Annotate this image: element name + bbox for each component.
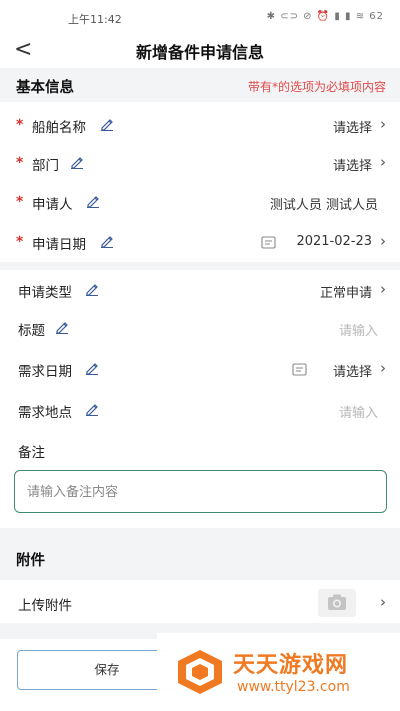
required-date-row[interactable]: 需求日期 请选择 › [0,349,400,389]
chevron-right-icon: › [380,593,386,611]
basic-info-title: 基本信息 [16,80,74,96]
chevron-right-icon: › [380,280,386,298]
calendar-icon [261,236,276,249]
camera-icon [328,594,346,610]
title-label: 标题 [18,323,45,339]
upload-attachment-label: 上传附件 [18,598,72,614]
title-input[interactable]: 请输入 [339,320,378,339]
required-note: 带有*的选项为必填项内容 [247,80,386,94]
pencil-icon [71,157,83,169]
required-location-row[interactable]: 需求地点 请输入 [0,390,400,430]
applicant-value: 测试人员 测试人员 [269,198,378,213]
application-type-row[interactable]: 申请类型 正常申请 › [0,270,400,310]
applicant-label: 申请人 [32,197,73,213]
chevron-right-icon: › [380,359,386,377]
chevron-right-icon: › [380,115,386,133]
required-mark: * [16,155,24,171]
watermark-text: 天天游戏网 [233,653,349,678]
remark-placeholder: 请输入备注内容 [27,485,119,500]
application-type-value: 正常申请 [319,286,372,301]
chevron-right-icon: › [380,232,386,250]
nav-bar: < 新增备件申请信息 [0,32,400,68]
calendar-icon [292,363,307,376]
pencil-icon [86,284,98,296]
watermark-url: www.ttyl23.com [237,679,350,695]
pencil-icon [101,236,113,248]
attachment-header: 附件 [0,528,400,580]
title-row[interactable]: 标题 请输入 [0,308,400,348]
status-bar: 上午11:42 ✱ ⊂⊃ ⊘ ⏰ ▮ ▮ ≋ 62 [0,0,400,32]
pencil-icon [86,363,98,375]
required-date-value: 请选择 [332,365,372,380]
camera-icon-button[interactable] [318,589,356,617]
remark-label: 备注 [18,445,45,461]
application-type-label: 申请类型 [18,285,72,301]
required-mark: * [16,234,24,250]
application-date-label: 申请日期 [32,237,86,253]
required-date-label: 需求日期 [18,364,72,380]
page-title: 新增备件申请信息 [135,43,264,62]
application-date-row[interactable]: * 申请日期 2021-02-23 › [0,222,400,262]
watermark-logo [178,650,222,694]
required-location-input[interactable]: 请输入 [339,402,378,421]
required-mark: * [16,117,24,133]
pencil-icon [101,119,113,131]
chevron-right-icon: › [380,153,386,171]
remark-textarea[interactable]: 请输入备注内容 [14,470,387,513]
watermark: 天天游戏网 www.ttyl23.com [157,633,400,711]
ship-name-value: 请选择 [332,121,372,136]
pencil-icon [86,404,98,416]
pencil-icon [56,322,68,334]
basic-info-header: 基本信息 带有*的选项为必填项内容 [0,68,400,102]
department-label: 部门 [32,158,59,174]
applicant-row: * 申请人 测试人员 测试人员 [0,182,400,222]
required-mark: * [16,194,24,210]
status-icons: ✱ ⊂⊃ ⊘ ⏰ ▮ ▮ ≋ 62 [266,11,384,22]
status-time: 上午11:42 [68,13,122,26]
department-value: 请选择 [332,159,372,174]
ship-name-label: 船舶名称 [32,120,86,136]
application-date-value: 2021-02-23 [296,234,372,249]
department-row[interactable]: * 部门 请选择 › [0,143,400,183]
ship-name-row[interactable]: * 船舶名称 请选择 › [0,105,400,145]
pencil-icon [87,196,99,208]
required-location-label: 需求地点 [18,405,72,421]
attachment-title: 附件 [16,553,45,569]
